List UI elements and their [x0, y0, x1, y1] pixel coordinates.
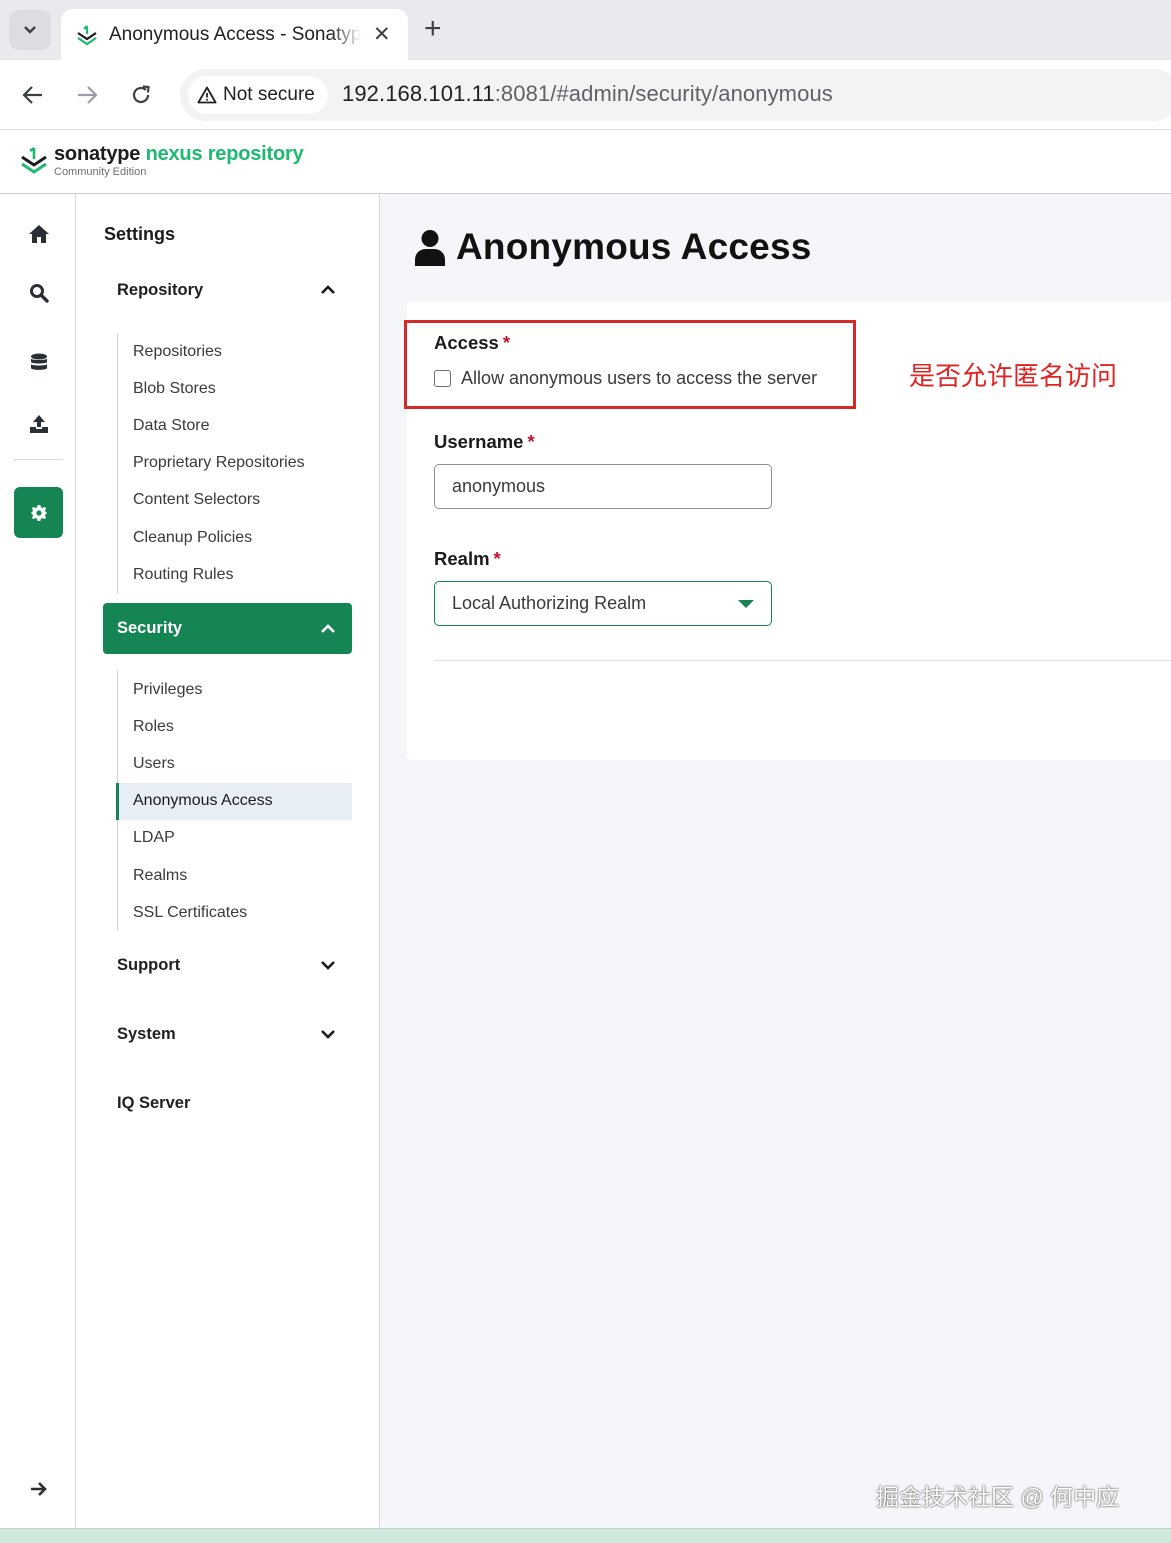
arrow-right-icon — [78, 86, 98, 104]
username-label: Username * — [434, 431, 535, 452]
url-path: :8081/#admin/security/anonymous — [494, 81, 833, 106]
nav-item-ldap[interactable]: LDAP — [118, 820, 352, 857]
nav-item-privileges[interactable]: Privileges — [118, 671, 352, 708]
brand-product: nexus repository — [145, 143, 304, 165]
nexus-favicon-icon — [77, 24, 97, 45]
settings-sidenav: Settings Repository Repositories Blob St… — [76, 194, 380, 1528]
url-host: 192.168.101.11 — [342, 81, 495, 106]
nav-item-ssl-certificates[interactable]: SSL Certificates — [118, 894, 352, 931]
nav-group-label: Security — [117, 619, 183, 637]
nav-item-routing-rules[interactable]: Routing Rules — [118, 556, 352, 593]
chevron-up-icon — [321, 285, 335, 294]
rail-divider — [14, 459, 63, 460]
nav-group-label: Repository — [117, 280, 204, 299]
page-title: Anonymous Access — [414, 226, 812, 268]
nav-group-system[interactable]: System — [103, 1009, 352, 1059]
nav-group-security[interactable]: Security — [103, 603, 352, 654]
reload-button[interactable] — [127, 81, 155, 109]
realm-select[interactable]: Local Authorizing Realm — [434, 581, 772, 626]
upload-icon — [29, 414, 48, 433]
nav-item-users[interactable]: Users — [118, 745, 352, 782]
browser-toolbar: Not secure 192.168.101.11:8081/#admin/se… — [0, 60, 1171, 130]
nav-group-support[interactable]: Support — [103, 940, 352, 990]
nav-item-realms[interactable]: Realms — [118, 857, 352, 894]
tab-search-button[interactable] — [9, 10, 51, 50]
nav-group-label: IQ Server — [117, 1093, 191, 1112]
nexus-logo[interactable]: sonatype nexus repository Community Edit… — [20, 144, 304, 178]
bottom-edge-bar — [0, 1528, 1171, 1543]
rail-search-button[interactable] — [14, 268, 63, 317]
nav-item-anonymous-access[interactable]: Anonymous Access — [116, 782, 352, 820]
annotation-text: 是否允许匿名访问 — [909, 361, 1118, 391]
chevron-up-icon — [321, 623, 335, 633]
nav-group-label: System — [117, 1024, 176, 1043]
new-tab-button[interactable]: + — [424, 14, 442, 44]
nav-item-repositories[interactable]: Repositories — [118, 333, 352, 370]
warning-icon — [197, 86, 217, 104]
search-icon — [29, 283, 49, 303]
app-header: sonatype nexus repository Community Edit… — [0, 130, 1171, 194]
chevron-down-icon — [24, 26, 36, 34]
chevron-down-icon — [321, 1030, 335, 1039]
nav-group-repository[interactable]: Repository — [103, 265, 352, 315]
back-button[interactable] — [19, 81, 47, 109]
security-chip[interactable]: Not secure — [188, 76, 328, 114]
arrow-right-icon — [30, 1481, 47, 1496]
nav-item-blob-stores[interactable]: Blob Stores — [118, 370, 352, 407]
user-icon — [415, 229, 445, 266]
security-chip-label: Not secure — [223, 84, 315, 105]
page-title-text: Anonymous Access — [456, 226, 812, 267]
nav-item-proprietary-repositories[interactable]: Proprietary Repositories — [118, 445, 352, 482]
nav-item-roles[interactable]: Roles — [118, 708, 352, 745]
brand-name: sonatype — [54, 143, 141, 165]
username-input[interactable] — [434, 464, 772, 509]
arrow-left-icon — [22, 86, 42, 104]
nav-item-cleanup-policies[interactable]: Cleanup Policies — [118, 519, 352, 556]
sidenav-title: Settings — [104, 224, 176, 244]
watermark: 掘金技术社区 @ 何中应 — [876, 1484, 1120, 1510]
caret-down-icon — [738, 599, 754, 608]
rail-home-button[interactable] — [14, 209, 63, 258]
nav-item-data-store[interactable]: Data Store — [118, 407, 352, 444]
expand-rail-button[interactable] — [14, 1464, 63, 1513]
reload-icon — [132, 85, 150, 104]
forward-button[interactable] — [73, 81, 101, 109]
gear-icon — [30, 504, 47, 521]
nexus-logo-icon — [21, 146, 47, 174]
icon-rail — [0, 194, 76, 1528]
chevron-down-icon — [321, 961, 335, 970]
address-bar[interactable]: Not secure 192.168.101.11:8081/#admin/se… — [180, 69, 1171, 121]
nav-group-label: Support — [117, 955, 181, 974]
realm-select-value: Local Authorizing Realm — [452, 593, 647, 613]
tab-title: Anonymous Access - Sonatype Nexus Reposi… — [109, 23, 361, 45]
rail-settings-button[interactable] — [14, 487, 63, 538]
required-mark: * — [527, 431, 535, 452]
rail-upload-button[interactable] — [14, 399, 63, 448]
brand-edition: Community Edition — [54, 166, 147, 178]
nav-group-iq-server[interactable]: IQ Server — [103, 1078, 352, 1128]
nav-item-content-selectors[interactable]: Content Selectors — [118, 482, 352, 519]
url-text[interactable]: 192.168.101.11:8081/#admin/security/anon… — [342, 81, 833, 107]
rail-browse-button[interactable] — [14, 338, 63, 387]
realm-label: Realm * — [434, 548, 501, 569]
annotation-highlight-box — [404, 320, 856, 409]
browser-tab[interactable]: Anonymous Access - Sonatype Nexus Reposi… — [61, 9, 408, 60]
required-mark: * — [493, 548, 501, 569]
repository-submenu: Repositories Blob Stores Data Store Prop… — [117, 333, 352, 594]
security-submenu: Privileges Roles Users Anonymous Access … — [116, 671, 352, 932]
home-icon — [28, 224, 49, 243]
database-icon — [30, 353, 47, 370]
form-divider — [434, 660, 1171, 661]
close-tab-icon[interactable]: ✕ — [373, 24, 391, 45]
browser-tab-bar: Anonymous Access - Sonatype Nexus Reposi… — [0, 0, 1171, 60]
